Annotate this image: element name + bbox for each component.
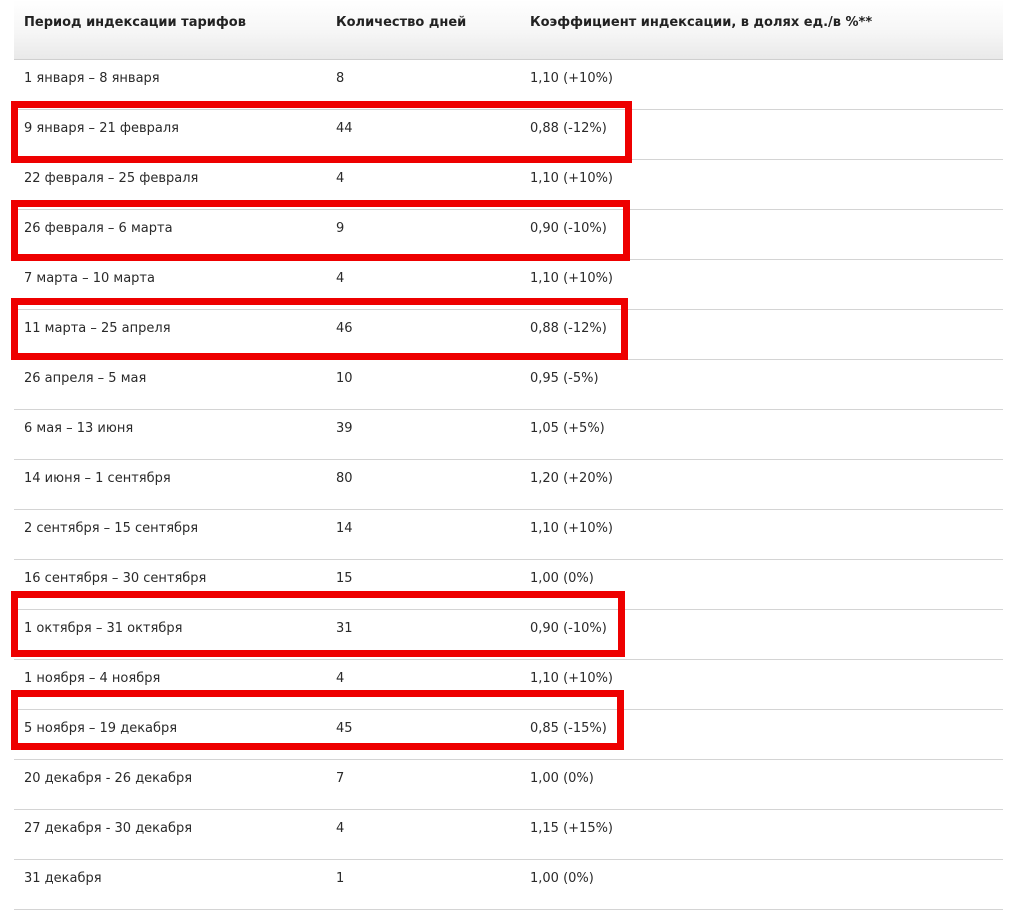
cell-coefficient: 1,00 (0%): [530, 771, 594, 786]
cell-days: 4: [336, 671, 345, 686]
cell-days: 31: [336, 621, 353, 636]
cell-coefficient: 0,95 (-5%): [530, 371, 599, 386]
table-row: 11 марта – 25 апреля 46 0,88 (-12%): [14, 310, 1003, 360]
cell-coefficient: 1,10 (+10%): [530, 271, 614, 286]
cell-days: 1: [336, 871, 345, 886]
table-row: 31 декабря 1 1,00 (0%): [14, 860, 1003, 910]
cell-coefficient: 0,90 (-10%): [530, 221, 607, 236]
table-row: 20 декабря - 26 декабря 7 1,00 (0%): [14, 760, 1003, 810]
cell-period: 1 января – 8 января: [24, 71, 160, 86]
cell-period: 26 февраля – 6 марта: [24, 221, 173, 236]
cell-coefficient: 1,10 (+10%): [530, 671, 614, 686]
table-row: 16 сентября – 30 сентября 15 1,00 (0%): [14, 560, 1003, 610]
table-row: 1 октября – 31 октября 31 0,90 (-10%): [14, 610, 1003, 660]
cell-period: 7 марта – 10 марта: [24, 271, 155, 286]
table-row: 2 сентября – 15 сентября 14 1,10 (+10%): [14, 510, 1003, 560]
table-row: 1 января – 8 января 8 1,10 (+10%): [14, 60, 1003, 110]
cell-days: 4: [336, 171, 345, 186]
cell-days: 14: [336, 521, 353, 536]
cell-coefficient: 1,10 (+10%): [530, 71, 614, 86]
cell-coefficient: 0,85 (-15%): [530, 721, 607, 736]
cell-period: 16 сентября – 30 сентября: [24, 571, 207, 586]
table-row: 6 мая – 13 июня 39 1,05 (+5%): [14, 410, 1003, 460]
cell-coefficient: 0,88 (-12%): [530, 321, 607, 336]
cell-days: 45: [336, 721, 353, 736]
table-row: 14 июня – 1 сентября 80 1,20 (+20%): [14, 460, 1003, 510]
table-row: 26 февраля – 6 марта 9 0,90 (-10%): [14, 210, 1003, 260]
cell-coefficient: 1,10 (+10%): [530, 171, 614, 186]
cell-days: 10: [336, 371, 353, 386]
cell-period: 9 января – 21 февраля: [24, 121, 179, 136]
header-coefficient: Коэффициент индексации, в долях ед./в %*…: [530, 15, 873, 30]
cell-period: 1 октября – 31 октября: [24, 621, 183, 636]
cell-coefficient: 0,90 (-10%): [530, 621, 607, 636]
table-row: 9 января – 21 февраля 44 0,88 (-12%): [14, 110, 1003, 160]
cell-period: 26 апреля – 5 мая: [24, 371, 147, 386]
cell-days: 44: [336, 121, 353, 136]
cell-coefficient: 1,10 (+10%): [530, 521, 614, 536]
cell-days: 7: [336, 771, 345, 786]
cell-coefficient: 1,15 (+15%): [530, 821, 614, 836]
tariff-index-table: Период индексации тарифов Количество дне…: [14, 0, 1003, 910]
table-row: 5 ноября – 19 декабря 45 0,85 (-15%): [14, 710, 1003, 760]
cell-days: 9: [336, 221, 345, 236]
cell-days: 39: [336, 421, 353, 436]
cell-coefficient: 1,20 (+20%): [530, 471, 614, 486]
cell-coefficient: 1,00 (0%): [530, 571, 594, 586]
table-row: 26 апреля – 5 мая 10 0,95 (-5%): [14, 360, 1003, 410]
cell-period: 5 ноября – 19 декабря: [24, 721, 178, 736]
cell-period: 14 июня – 1 сентября: [24, 471, 171, 486]
header-period: Период индексации тарифов: [24, 15, 246, 30]
cell-days: 4: [336, 271, 345, 286]
cell-period: 11 марта – 25 апреля: [24, 321, 171, 336]
table-header: Период индексации тарифов Количество дне…: [14, 0, 1003, 60]
cell-period: 20 декабря - 26 декабря: [24, 771, 193, 786]
table-row: 22 февраля – 25 февраля 4 1,10 (+10%): [14, 160, 1003, 210]
cell-period: 2 сентября – 15 сентября: [24, 521, 199, 536]
cell-days: 4: [336, 821, 345, 836]
cell-coefficient: 1,00 (0%): [530, 871, 594, 886]
cell-days: 8: [336, 71, 345, 86]
cell-period: 27 декабря - 30 декабря: [24, 821, 193, 836]
cell-period: 1 ноября – 4 ноября: [24, 671, 161, 686]
cell-period: 31 декабря: [24, 871, 102, 886]
cell-coefficient: 1,05 (+5%): [530, 421, 605, 436]
cell-period: 6 мая – 13 июня: [24, 421, 134, 436]
table-row: 1 ноября – 4 ноября 4 1,10 (+10%): [14, 660, 1003, 710]
cell-days: 80: [336, 471, 353, 486]
cell-coefficient: 0,88 (-12%): [530, 121, 607, 136]
table-row: 7 марта – 10 марта 4 1,10 (+10%): [14, 260, 1003, 310]
cell-days: 15: [336, 571, 353, 586]
header-days: Количество дней: [336, 15, 467, 30]
cell-period: 22 февраля – 25 февраля: [24, 171, 199, 186]
cell-days: 46: [336, 321, 353, 336]
table-row: 27 декабря - 30 декабря 4 1,15 (+15%): [14, 810, 1003, 860]
